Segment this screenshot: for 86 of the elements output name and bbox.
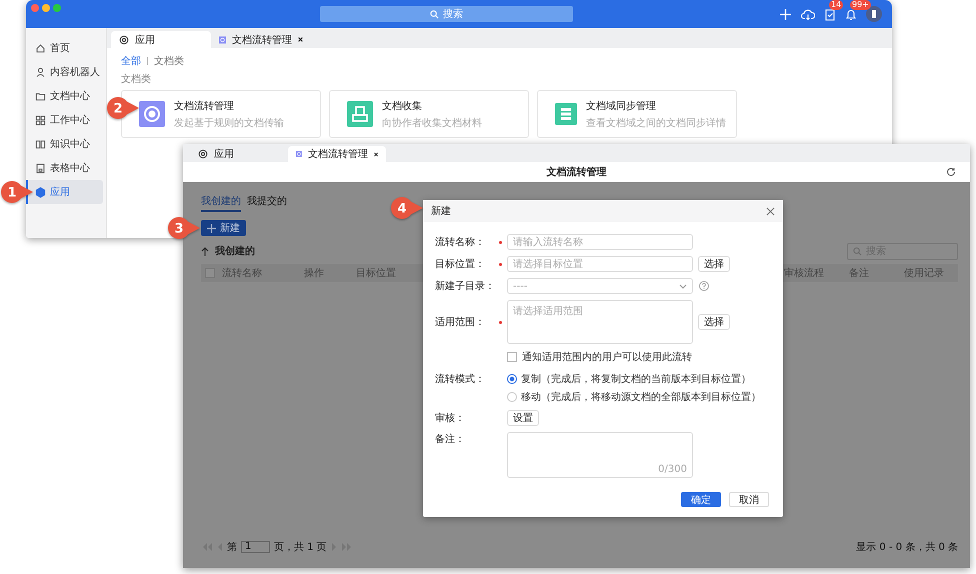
field-label: 备注： <box>435 432 466 446</box>
sidebar-item[interactable]: 内容机器人 <box>26 60 106 84</box>
sidebar-item-icon <box>35 66 46 78</box>
breadcrumb-link[interactable]: 文档类 <box>154 54 184 68</box>
card-title: 文档收集 <box>382 100 423 112</box>
column-header: 目标位置 <box>356 266 397 280</box>
page-input[interactable]: 1 <box>241 541 270 553</box>
settings-button[interactable]: 设置 <box>507 410 539 426</box>
avatar-icon[interactable] <box>866 6 882 22</box>
radio-label: 复制（完成后，将复制文档的当前版本到目标位置） <box>521 372 751 386</box>
page-title: 文档流转管理 <box>546 165 606 179</box>
close-tab-icon[interactable] <box>298 36 303 43</box>
sidebar-item[interactable]: 应用 <box>26 180 103 204</box>
sidebar-item-icon <box>35 114 46 126</box>
app-card[interactable]: 文档域同步管理 查看文档域之间的文档同步详情 <box>537 90 737 138</box>
card-title: 文档流转管理 <box>174 100 235 112</box>
radio-button[interactable] <box>507 374 517 384</box>
new-button[interactable]: 新建 <box>201 220 246 236</box>
tab[interactable]: 文档流转管理 <box>211 31 311 48</box>
record-summary: 显示 0 - 0 条，共 0 条 <box>856 540 958 554</box>
breadcrumb-link[interactable]: 全部 <box>121 54 141 68</box>
sidebar-item[interactable]: 文档中心 <box>26 84 106 108</box>
refresh-icon[interactable] <box>946 167 956 177</box>
add-icon[interactable] <box>779 8 792 20</box>
app-icon <box>219 34 226 44</box>
cancel-button[interactable]: 取消 <box>729 492 769 507</box>
field-label: 审核： <box>435 412 466 425</box>
character-counter: 0/300 <box>658 464 687 475</box>
section-label: 文档类 <box>121 72 152 86</box>
breadcrumb-separator <box>147 57 148 65</box>
sidebar-item-icon <box>35 90 46 102</box>
chevron-down-icon <box>679 284 687 288</box>
sidebar-item-icon <box>35 42 46 54</box>
sidebar-item[interactable]: 工作中心 <box>26 108 106 132</box>
close-icon[interactable] <box>766 206 775 216</box>
gear-icon <box>119 34 129 44</box>
plus-icon <box>207 224 216 232</box>
confirm-button[interactable]: 确定 <box>681 492 721 507</box>
app-icon <box>296 149 302 159</box>
gear-icon <box>198 149 208 159</box>
field-label: 新建子目录： <box>435 280 496 293</box>
checkbox[interactable] <box>507 352 517 362</box>
column-header: 流转名称 <box>222 266 263 280</box>
field-label: 流转模式： <box>435 372 486 386</box>
page-label: 第 <box>227 541 237 554</box>
help-icon[interactable] <box>699 281 709 291</box>
card-title: 文档域同步管理 <box>586 100 657 112</box>
column-header: 备注 <box>849 266 870 280</box>
close-tab-icon[interactable] <box>374 150 378 158</box>
task-icon[interactable] <box>824 8 836 20</box>
tab[interactable]: 应用 <box>111 31 211 48</box>
cloud-icon[interactable] <box>801 8 815 20</box>
card-description: 向协作者收集文档材料 <box>382 116 482 130</box>
tab[interactable]: 我提交的 <box>247 194 287 210</box>
column-header: 审核流程 <box>784 266 825 280</box>
field-label: 适用范围： <box>435 316 486 329</box>
field-label: 目标位置： <box>435 258 486 271</box>
column-header: 使用记录 <box>904 267 945 280</box>
column-header: 操作 <box>304 267 325 280</box>
select-button[interactable]: 选择 <box>698 256 730 272</box>
app-card[interactable]: 文档收集 向协作者收集文档材料 <box>329 90 529 138</box>
count-badge: 14 <box>829 0 844 10</box>
checkbox-label: 通知适用范围内的用户可以使用此流转 <box>522 350 692 364</box>
count-badge: 99+ <box>850 0 871 10</box>
page-count: 页，共 1 页 <box>274 540 327 554</box>
sidebar-item-icon <box>35 186 46 198</box>
bell-icon[interactable] <box>845 8 857 20</box>
tab[interactable]: 应用 <box>190 146 288 162</box>
minimize-icon[interactable] <box>42 4 50 12</box>
select-button[interactable]: 选择 <box>698 314 730 330</box>
field-label: 流转名称： <box>435 236 486 249</box>
search-placeholder: 搜索 <box>443 8 463 21</box>
sort-up-icon[interactable] <box>201 246 209 256</box>
sidebar-item[interactable]: 首页 <box>26 36 106 60</box>
sidebar-item-icon <box>35 138 46 150</box>
search-icon <box>853 246 862 256</box>
card-description: 查看文档域之间的文档同步详情 <box>586 116 726 130</box>
list-title: 我创建的 <box>215 244 255 258</box>
card-description: 发起基于规则的文档传输 <box>174 116 284 130</box>
sidebar-item-icon <box>35 162 46 174</box>
search-icon <box>430 10 439 18</box>
sidebar-item[interactable]: 表格中心 <box>26 156 106 180</box>
tab[interactable]: 文档流转管理 <box>288 146 386 162</box>
dialog-title: 新建 <box>431 204 451 218</box>
radio-label: 移动（完成后，将移动源文档的全部版本到目标位置） <box>521 390 761 404</box>
sidebar-item[interactable]: 知识中心 <box>26 132 106 156</box>
